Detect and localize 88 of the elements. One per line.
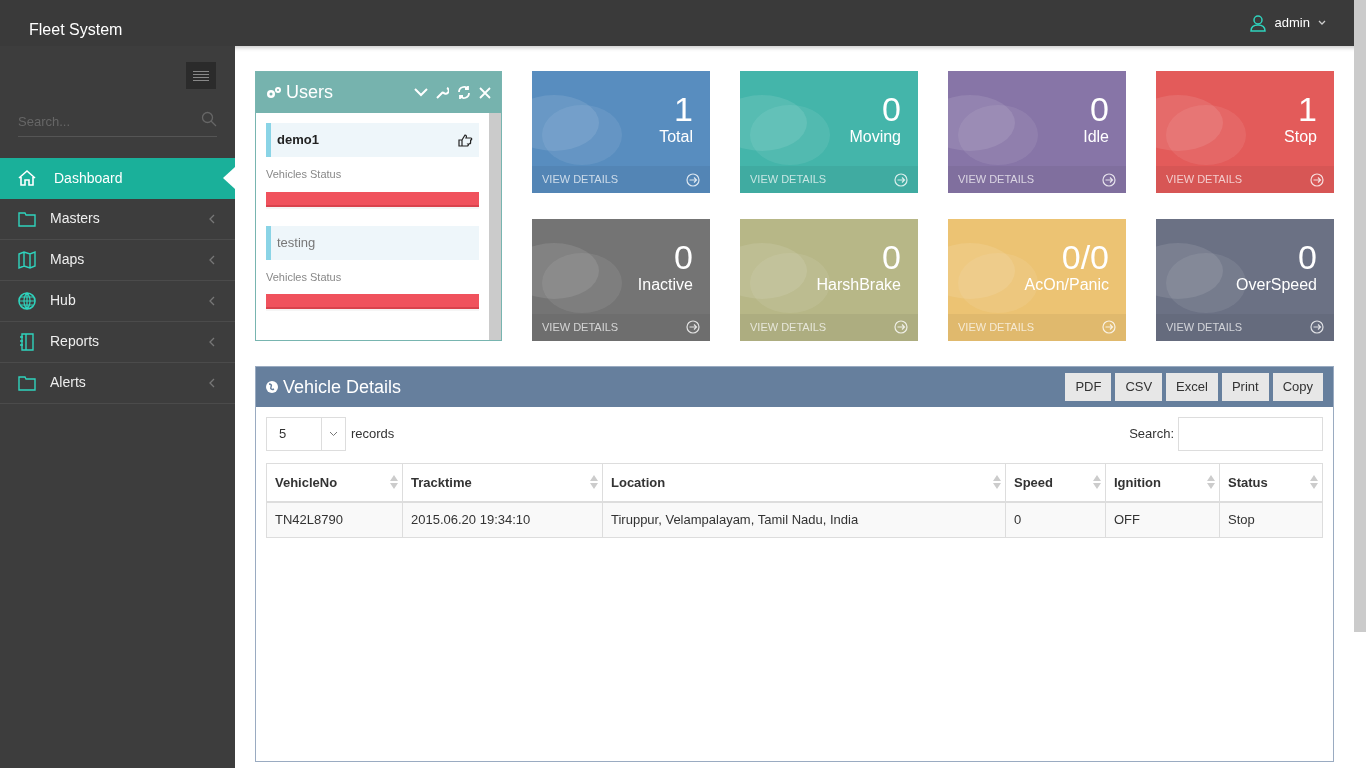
stat-label: HarshBrake — [816, 274, 901, 295]
arrow-circle-icon — [1102, 320, 1116, 334]
panel-title: Vehicle Details — [283, 375, 402, 399]
sidebar-item[interactable]: Reports — [0, 321, 235, 363]
status-label: Vehicles Status — [266, 167, 343, 182]
view-details-link[interactable]: VIEW DETAILS — [1156, 313, 1334, 341]
column-header[interactable]: Speed — [1005, 463, 1106, 502]
arrow-circle-icon — [894, 320, 908, 334]
sort-icon — [390, 475, 398, 490]
sort-icon — [590, 475, 598, 490]
sort-icon — [1093, 475, 1101, 490]
home-icon — [17, 168, 37, 188]
active-pointer — [223, 166, 235, 189]
arrow-circle-icon — [1310, 320, 1324, 334]
sort-icon — [1207, 475, 1215, 490]
sidebar-item[interactable]: Masters — [0, 198, 235, 240]
gears-icon — [266, 85, 282, 100]
chevron-icon — [209, 377, 215, 388]
menu-icon — [193, 70, 209, 81]
panel-title: Users — [286, 81, 333, 104]
table-cell: Tiruppur, Velampalayam, Tamil Nadu, India — [602, 501, 1006, 538]
table-cell: 2015.06.20 19:34:10 — [402, 501, 603, 538]
menu-toggle-button[interactable] — [186, 62, 216, 89]
arrow-circle-icon — [894, 172, 908, 187]
user-item[interactable]: testing — [266, 225, 479, 260]
table-search-field[interactable] — [1178, 417, 1323, 451]
records-label: records — [351, 425, 395, 444]
brand-title: Fleet System — [29, 21, 123, 38]
arrow-circle-icon — [1102, 172, 1116, 187]
sidebar-item[interactable]: Maps — [0, 239, 235, 281]
table-cell: Stop — [1219, 501, 1323, 538]
stat-value: 1 — [1298, 91, 1317, 127]
stat-label: OverSpeed — [1236, 274, 1317, 295]
sort-icon — [1310, 475, 1318, 490]
stat-label: Inactive — [637, 274, 693, 295]
export-button[interactable]: CSV — [1115, 373, 1163, 401]
chevron-icon — [209, 336, 215, 347]
sidebar-item[interactable]: Alerts — [0, 362, 235, 404]
stat-label: Stop — [1284, 127, 1317, 147]
caret-icon — [1318, 20, 1326, 26]
pointing-hand-icon — [458, 133, 473, 147]
table-cell: 0 — [1005, 501, 1106, 538]
search-label: Search: — [1129, 425, 1174, 444]
sidebar-item[interactable]: Hub — [0, 280, 235, 322]
stat-value: 0/0 — [1061, 238, 1109, 275]
column-header[interactable]: Ignition — [1105, 463, 1220, 502]
stat-label: AcOn/Panic — [1024, 274, 1109, 295]
user-item[interactable]: demo1 — [266, 123, 479, 157]
stat-label: Moving — [849, 127, 901, 147]
refresh-icon[interactable] — [457, 86, 471, 99]
chevron-icon — [209, 295, 215, 306]
page-size-select[interactable]: 5 — [266, 417, 346, 451]
column-header[interactable]: VehicleNo — [266, 463, 403, 502]
export-button[interactable]: Print — [1221, 373, 1269, 401]
search-icon — [201, 111, 217, 127]
column-header[interactable]: Location — [602, 463, 1006, 502]
close-icon[interactable] — [479, 86, 491, 99]
stat-value: 1 — [674, 91, 693, 127]
stat-value: 0 — [1298, 238, 1317, 275]
export-button[interactable]: Copy — [1272, 373, 1323, 401]
chevron-icon — [209, 213, 215, 224]
scrollbar[interactable] — [489, 113, 501, 340]
table-cell: OFF — [1105, 501, 1220, 538]
stat-value: 0 — [882, 91, 901, 127]
stat-value: 0 — [882, 238, 901, 275]
page-scrollbar[interactable] — [1354, 0, 1366, 632]
export-button[interactable]: PDF — [1065, 373, 1112, 401]
stat-label: Idle — [1083, 127, 1109, 147]
column-header[interactable]: Status — [1219, 463, 1323, 502]
collapse-icon[interactable] — [414, 88, 428, 97]
map-icon — [17, 249, 37, 270]
stat-label: Total — [659, 127, 693, 147]
sort-icon — [993, 475, 1001, 490]
stat-value: 0 — [674, 238, 693, 275]
notebook-icon — [17, 331, 37, 352]
arrow-circle-icon — [686, 320, 700, 334]
arrow-circle-icon — [1310, 172, 1324, 187]
status-label: Vehicles Status — [266, 269, 343, 285]
arrow-circle-icon — [686, 172, 700, 187]
view-details-link[interactable]: VIEW DETAILS — [532, 313, 710, 341]
user-icon — [1248, 14, 1267, 32]
column-header[interactable]: Tracktime — [402, 463, 603, 502]
user-menu[interactable]: admin — [1248, 13, 1326, 33]
export-button[interactable]: Excel — [1166, 373, 1218, 401]
chevron-icon — [209, 254, 215, 265]
stat-value: 0 — [1090, 91, 1109, 127]
table-cell: TN42L8790 — [266, 501, 403, 538]
caret-icon — [329, 431, 338, 437]
